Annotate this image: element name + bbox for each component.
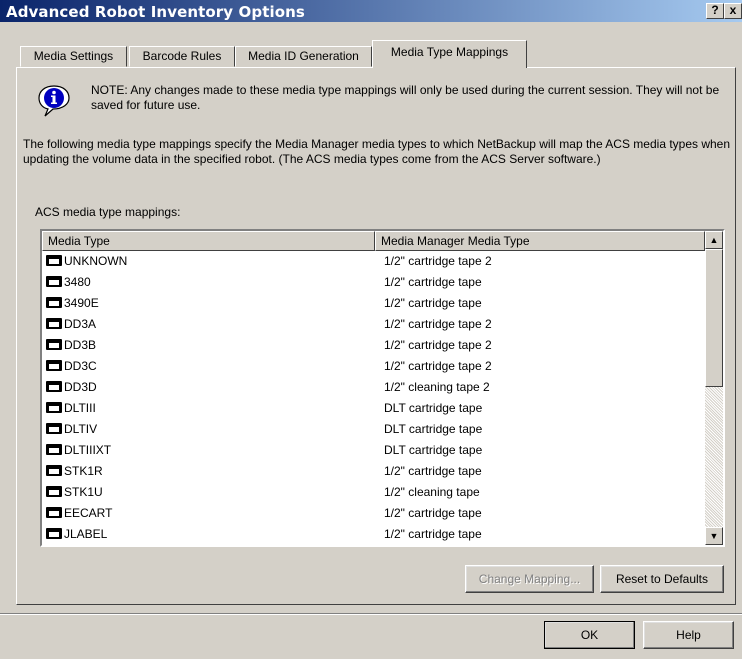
tape-icon xyxy=(46,444,62,455)
list-item[interactable]: 3480 1/2" cartridge tape xyxy=(42,272,705,293)
list-item[interactable]: DD3A 1/2" cartridge tape 2 xyxy=(42,314,705,335)
media-type-cell: DD3A xyxy=(64,317,97,331)
mm-type-cell: DLT cartridge tape xyxy=(384,422,483,436)
mm-type-cell: DLT cartridge tape xyxy=(384,443,483,457)
mm-type-cell: DLT cartridge tape xyxy=(384,401,483,415)
reset-to-defaults-button[interactable]: Reset to Defaults xyxy=(600,565,724,593)
tab-media-settings[interactable]: Media Settings xyxy=(20,46,127,67)
list-rows: UNKNOWN 1/2" cartridge tape 2 3480 1/2" ca… xyxy=(42,251,705,545)
scroll-thumb[interactable] xyxy=(705,249,723,387)
tape-icon xyxy=(46,465,62,476)
mm-type-cell: 1/2" cartridge tape xyxy=(384,527,482,541)
list-item[interactable]: DD3C 1/2" cartridge tape 2 xyxy=(42,356,705,377)
list-item[interactable]: 3490E 1/2" cartridge tape xyxy=(42,293,705,314)
media-type-cell: DLTIII xyxy=(64,401,96,415)
media-type-cell: DLTIIIXT xyxy=(64,443,112,457)
tape-icon xyxy=(46,339,62,350)
media-type-cell: DD3D xyxy=(64,380,97,394)
tape-icon xyxy=(46,381,62,392)
media-type-cell: EECART xyxy=(64,506,113,520)
media-type-cell: DLTIV xyxy=(64,422,98,436)
mm-type-cell: 1/2" cartridge tape xyxy=(384,464,482,478)
list-item[interactable]: STK1R 1/2" cartridge tape xyxy=(42,461,705,482)
list-item[interactable]: DLTIII DLT cartridge tape xyxy=(42,398,705,419)
tab-media-type-mappings[interactable]: Media Type Mappings xyxy=(372,40,527,68)
media-type-cell: DD3B xyxy=(64,338,97,352)
help-title-button[interactable]: ? xyxy=(706,3,724,19)
mm-type-cell: 1/2" cartridge tape 2 xyxy=(384,338,492,352)
tape-icon xyxy=(46,507,62,518)
title-bar: Advanced Robot Inventory Options ? x xyxy=(0,0,742,22)
media-type-cell: 3480 xyxy=(64,275,91,289)
description-text: The following media type mappings specif… xyxy=(23,137,731,166)
media-type-cell: 3490E xyxy=(64,296,99,310)
tape-icon xyxy=(46,297,62,308)
scroll-up-button[interactable]: ▲ xyxy=(705,231,723,249)
tab-barcode-rules[interactable]: Barcode Rules xyxy=(129,46,235,67)
info-icon xyxy=(36,83,72,119)
list-item[interactable]: DD3D 1/2" cleaning tape 2 xyxy=(42,377,705,398)
ok-button[interactable]: OK xyxy=(544,621,635,649)
list-item[interactable]: DD3B 1/2" cartridge tape 2 xyxy=(42,335,705,356)
mappings-list[interactable]: Media Type Media Manager Media Type UNKN… xyxy=(40,229,725,547)
media-type-cell: JLABEL xyxy=(64,527,108,541)
tape-icon xyxy=(46,402,62,413)
tape-icon xyxy=(46,276,62,287)
tape-icon xyxy=(46,423,62,434)
mm-type-cell: 1/2" cleaning tape xyxy=(384,485,480,499)
help-button[interactable]: Help xyxy=(643,621,734,649)
scroll-down-button[interactable]: ▼ xyxy=(705,527,723,545)
mm-type-cell: 1/2" cartridge tape 2 xyxy=(384,359,492,373)
list-item[interactable]: JLABEL 1/2" cartridge tape xyxy=(42,524,705,545)
list-item[interactable]: EECART 1/2" cartridge tape xyxy=(42,503,705,524)
list-header: Media Type Media Manager Media Type xyxy=(42,231,705,251)
tab-media-id-generation[interactable]: Media ID Generation xyxy=(235,46,372,67)
list-item[interactable]: DLTIV DLT cartridge tape xyxy=(42,419,705,440)
tape-icon xyxy=(46,318,62,329)
tape-icon xyxy=(46,528,62,539)
dialog-window: Advanced Robot Inventory Options ? x Med… xyxy=(0,0,742,659)
list-label: ACS media type mappings: xyxy=(35,205,181,219)
close-button[interactable]: x xyxy=(724,3,742,19)
list-item[interactable]: UNKNOWN 1/2" cartridge tape 2 xyxy=(42,251,705,272)
separator-line xyxy=(0,613,742,615)
list-item[interactable]: STK1U 1/2" cleaning tape xyxy=(42,482,705,503)
mm-type-cell: 1/2" cleaning tape 2 xyxy=(384,380,490,394)
mm-type-cell: 1/2" cartridge tape xyxy=(384,296,482,310)
media-type-cell: STK1U xyxy=(64,485,103,499)
media-type-cell: DD3C xyxy=(64,359,97,373)
column-header-media-type[interactable]: Media Type xyxy=(42,231,375,251)
tape-icon xyxy=(46,486,62,497)
mm-type-cell: 1/2" cartridge tape 2 xyxy=(384,254,492,268)
tape-icon xyxy=(46,255,62,266)
list-item[interactable]: DLTIIIXT DLT cartridge tape xyxy=(42,440,705,461)
mm-type-cell: 1/2" cartridge tape 2 xyxy=(384,317,492,331)
media-type-cell: UNKNOWN xyxy=(64,254,128,268)
change-mapping-button[interactable]: Change Mapping... xyxy=(465,565,594,593)
note-text: NOTE: Any changes made to these media ty… xyxy=(91,83,720,112)
mm-type-cell: 1/2" cartridge tape xyxy=(384,275,482,289)
vertical-scrollbar[interactable]: ▲ ▼ xyxy=(705,231,723,545)
media-type-cell: STK1R xyxy=(64,464,103,478)
window-title: Advanced Robot Inventory Options xyxy=(6,3,305,21)
column-header-mm-media-type[interactable]: Media Manager Media Type xyxy=(375,231,705,251)
mm-type-cell: 1/2" cartridge tape xyxy=(384,506,482,520)
tape-icon xyxy=(46,360,62,371)
